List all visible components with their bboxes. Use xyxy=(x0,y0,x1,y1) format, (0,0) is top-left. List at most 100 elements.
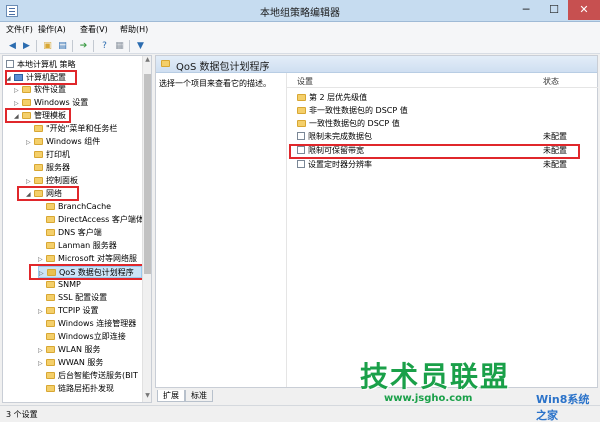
tree-item-windows-components[interactable]: ▷ Windows 组件 xyxy=(26,136,100,148)
expand-arrow-icon[interactable]: ▷ xyxy=(26,176,34,188)
export-list-icon[interactable]: ➔ xyxy=(77,40,90,52)
collapse-arrow-icon[interactable]: ◢ xyxy=(6,73,14,85)
tree-item-network[interactable]: ◢ 网络 xyxy=(26,188,62,200)
menu-help[interactable]: 帮助(H) xyxy=(120,24,148,35)
tree-root[interactable]: 本地计算机 策略 xyxy=(6,59,76,71)
column-header-state[interactable]: 状态 xyxy=(543,76,559,87)
tree-pane[interactable]: 本地计算机 策略 ◢ 计算机配置 ▷ 软件设置 ▷ Windows 设置 ◢ 管理模板 … xyxy=(2,55,152,403)
folder-icon xyxy=(46,203,55,210)
list-item[interactable]: 非一致性数据包的 DSCP 值 xyxy=(297,105,408,117)
tree-item-directaccess[interactable]: DirectAccess 客户端体 xyxy=(38,214,144,226)
folder-icon xyxy=(22,99,31,106)
tree-item-wlan-service[interactable]: ▷ WLAN 服务 xyxy=(38,344,101,356)
menu-action[interactable]: 操作(A) xyxy=(38,24,66,35)
minimize-button[interactable]: ─ xyxy=(512,0,540,20)
tree-item-tcpip-settings[interactable]: ▷ TCPIP 设置 xyxy=(38,305,99,317)
tab-standard[interactable]: 标准 xyxy=(185,390,213,402)
help-icon[interactable]: ? xyxy=(98,40,111,52)
list-item[interactable]: 设置定时器分辨率 未配置 xyxy=(297,159,567,171)
folder-icon xyxy=(297,120,306,127)
folder-icon xyxy=(161,60,170,67)
scroll-down-icon[interactable]: ▼ xyxy=(143,392,151,402)
properties-icon[interactable]: ▦ xyxy=(113,40,126,52)
tree-item-windows-connect-now[interactable]: Windows立即连接 xyxy=(38,331,126,343)
folder-icon xyxy=(46,320,55,327)
filter-icon[interactable]: ▼ xyxy=(134,40,147,52)
menu-view[interactable]: 查看(V) xyxy=(80,24,108,35)
expand-arrow-icon[interactable]: ▷ xyxy=(38,254,46,266)
menu-file[interactable]: 文件(F) xyxy=(6,24,33,35)
back-icon[interactable]: ◀ xyxy=(6,40,19,52)
tree-item-computer-config[interactable]: ◢ 计算机配置 xyxy=(6,72,66,84)
collapse-arrow-icon[interactable]: ◢ xyxy=(26,189,34,201)
scroll-up-icon[interactable]: ▲ xyxy=(143,56,151,66)
tree-item-qos-packet-scheduler[interactable]: ▷ QoS 数据包计划程序 xyxy=(38,266,142,278)
toolbar: ◀ ▶ ▣ ▤ ➔ ? ▦ ▼ xyxy=(0,38,600,54)
status-text: 3 个设置 xyxy=(6,410,38,419)
expand-arrow-icon[interactable]: ▷ xyxy=(38,345,46,357)
folder-icon xyxy=(22,112,31,119)
setting-icon xyxy=(297,160,305,168)
tree-scrollbar[interactable]: ▲ ▼ xyxy=(142,56,151,402)
list-item[interactable]: 第 2 层优先级值 xyxy=(297,92,367,104)
folder-icon xyxy=(46,307,55,314)
tree-item-windows-connection-manager[interactable]: Windows 连接管理器 xyxy=(38,318,136,330)
close-button[interactable]: ✕ xyxy=(568,0,600,20)
folder-icon xyxy=(46,281,55,288)
watermark-tail: Win8系统之家 xyxy=(536,393,590,422)
tree-item-windows-settings[interactable]: ▷ Windows 设置 xyxy=(14,97,88,109)
folder-icon xyxy=(46,333,55,340)
tree-item-admin-templates[interactable]: ◢ 管理模板 xyxy=(14,110,66,122)
expand-arrow-icon[interactable]: ▷ xyxy=(14,98,22,110)
folder-icon xyxy=(46,216,55,223)
tree-item-start-menu[interactable]: "开始"菜单和任务栏 xyxy=(26,123,117,135)
folder-icon xyxy=(46,294,55,301)
folder-open-icon xyxy=(47,269,56,276)
show-hide-tree-icon[interactable]: ▤ xyxy=(56,40,69,52)
scroll-thumb[interactable] xyxy=(144,74,151,274)
tree-item-printers[interactable]: 打印机 xyxy=(26,149,70,161)
tree-item-dns-client[interactable]: DNS 客户端 xyxy=(38,227,102,239)
tree-item-wwan-service[interactable]: ▷ WWAN 服务 xyxy=(38,357,103,369)
tree-item-link-layer-topology[interactable]: 链路层拓扑发现 xyxy=(38,383,114,395)
expand-arrow-icon[interactable]: ▷ xyxy=(38,306,46,318)
tree-item-control-panel[interactable]: ▷ 控制面板 xyxy=(26,175,78,187)
tab-extended[interactable]: 扩展 xyxy=(157,390,185,402)
details-title: QoS 数据包计划程序 xyxy=(176,62,270,73)
folder-icon xyxy=(34,151,43,158)
list-item[interactable]: 一致性数据包的 DSCP 值 xyxy=(297,118,400,130)
title-bar: 本地组策略编辑器 ─ ☐ ✕ xyxy=(0,0,600,22)
expand-arrow-icon[interactable]: ▷ xyxy=(14,85,22,97)
tree-item-ssl-config[interactable]: SSL 配置设置 xyxy=(38,292,107,304)
window-title: 本地组策略编辑器 xyxy=(260,8,340,19)
folder-icon xyxy=(46,229,55,236)
forward-icon[interactable]: ▶ xyxy=(20,40,33,52)
details-pane: QoS 数据包计划程序 选择一个项目来查看它的描述。 设置 状态 第 2 层优先… xyxy=(155,55,598,388)
folder-icon xyxy=(46,385,55,392)
watermark-logo: 技术员联盟 xyxy=(360,360,511,393)
collapse-arrow-icon[interactable]: ◢ xyxy=(14,111,22,123)
folder-icon xyxy=(34,138,43,145)
folder-icon xyxy=(34,190,43,197)
maximize-button[interactable]: ☐ xyxy=(540,0,568,20)
expand-arrow-icon[interactable]: ▷ xyxy=(38,358,46,370)
folder-icon xyxy=(34,125,43,132)
list-item-limit-reservable-bandwidth[interactable]: 限制可保留带宽 未配置 xyxy=(297,145,567,157)
expand-arrow-icon[interactable]: ▷ xyxy=(26,137,34,149)
folder-icon xyxy=(46,359,55,366)
folder-icon xyxy=(46,242,55,249)
tree-item-server[interactable]: 服务器 xyxy=(26,162,70,174)
tree-item-bits[interactable]: 后台智能传送服务(BIT xyxy=(38,370,138,382)
status-bar: 3 个设置 xyxy=(0,405,600,422)
column-header-setting[interactable]: 设置 xyxy=(297,76,313,87)
tree-item-snmp[interactable]: SNMP xyxy=(38,279,81,291)
folder-icon xyxy=(34,164,43,171)
folder-icon xyxy=(22,86,31,93)
folder-icon xyxy=(297,107,306,114)
tree-item-microsoft-p2p[interactable]: ▷ Microsoft 对等网络服 xyxy=(38,253,137,265)
tree-item-software-settings[interactable]: ▷ 软件设置 xyxy=(14,84,66,96)
list-item[interactable]: 限制未完成数据包 未配置 xyxy=(297,131,567,143)
folder-up-icon[interactable]: ▣ xyxy=(41,40,54,52)
tree-item-branchcache[interactable]: BranchCache xyxy=(38,201,111,213)
tree-item-lanman-server[interactable]: Lanman 服务器 xyxy=(38,240,117,252)
